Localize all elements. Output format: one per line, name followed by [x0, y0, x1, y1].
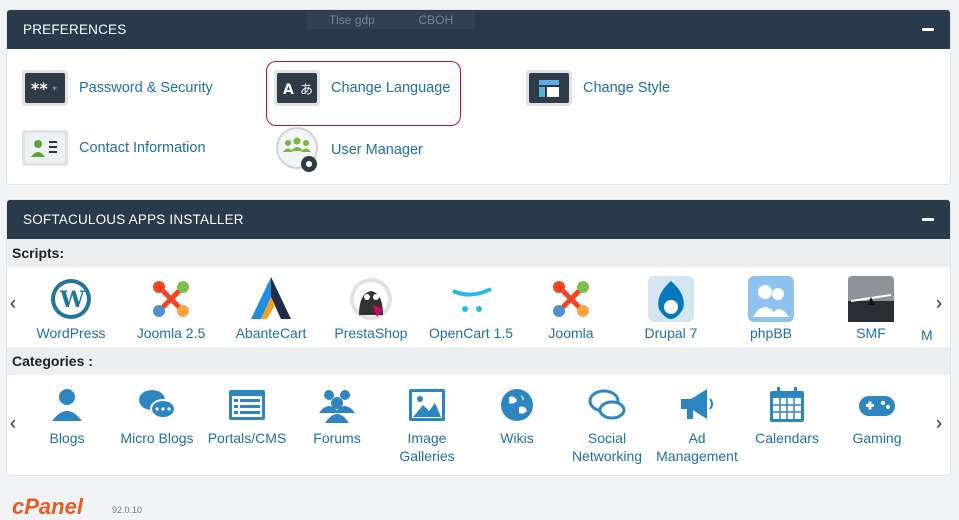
abantecart-icon	[251, 277, 291, 319]
app-label: Joomla	[548, 325, 594, 341]
contact-icon	[22, 130, 68, 166]
wordpress-icon: W	[51, 279, 91, 319]
softaculous-panel: SOFTACULOUS APPS INSTALLER Scripts: ‹ W …	[6, 199, 951, 476]
category-label: Social Networking	[571, 430, 643, 464]
category-calendars[interactable]: Calendars	[742, 385, 832, 447]
softaculous-header[interactable]: SOFTACULOUS APPS INSTALLER	[7, 200, 950, 239]
app-label: Joomla 2.5	[136, 325, 206, 341]
preferences-header[interactable]: PREFERENCES	[7, 10, 950, 49]
cpanel-logo: cPanel	[12, 494, 83, 519]
opencart-icon	[452, 287, 492, 312]
phpbb-icon	[748, 276, 794, 322]
annotation-highlight	[266, 61, 461, 126]
joomla-icon	[153, 281, 189, 317]
style-icon	[526, 70, 572, 106]
app-joomla-25[interactable]: Joomla 2.5	[121, 275, 221, 341]
social-icon	[588, 389, 626, 420]
app-label: PrestaShop	[334, 325, 408, 341]
app-drupal[interactable]: Drupal 7	[621, 275, 721, 341]
app-prestashop[interactable]: PrestaShop	[321, 275, 421, 341]
app-label: AbanteCart	[235, 325, 307, 341]
faded-toolbar-right: CBOH	[418, 13, 454, 27]
image-gallery-icon	[409, 389, 445, 421]
app-label: WordPress	[36, 325, 106, 341]
category-label: Micro Blogs	[120, 430, 194, 446]
faded-toolbar-left: Tlse gdp	[328, 13, 375, 27]
categories-header-row: Categories :	[7, 347, 950, 375]
joomla-icon	[553, 281, 589, 317]
app-label: M	[921, 327, 933, 343]
scripts-carousel: ‹ W WordPress Joomla 2.5 AbanteCart Pres…	[7, 267, 950, 347]
svg-text:**: **	[31, 79, 48, 98]
password-security-link[interactable]: ** * Password & Security	[21, 68, 213, 108]
category-label: Ad Management	[656, 430, 738, 464]
scripts-prev-arrow[interactable]: ‹	[10, 293, 16, 314]
app-smf[interactable]: SMF	[821, 275, 921, 341]
calendar-icon	[770, 387, 804, 422]
app-wordpress[interactable]: W WordPress	[21, 275, 121, 341]
category-micro-blogs[interactable]: Micro Blogs	[112, 385, 202, 447]
preferences-panel: PREFERENCES ** * Password & Security A あ…	[6, 9, 951, 185]
categories-prev-arrow[interactable]: ‹	[10, 413, 16, 434]
category-social-networking[interactable]: Social Networking	[562, 385, 652, 465]
category-label: Portals/CMS	[207, 430, 287, 446]
app-opencart[interactable]: OpenCart 1.5	[421, 275, 521, 341]
category-wikis[interactable]: Wikis	[472, 385, 562, 447]
app-label: SMF	[856, 325, 886, 341]
smf-icon	[848, 276, 894, 322]
preferences-title: PREFERENCES	[23, 22, 127, 37]
svg-text:*: *	[52, 85, 57, 96]
blog-icon	[52, 389, 82, 421]
categories-carousel: ‹ Blogs Micro Blogs Portals/CMS Forums I…	[7, 375, 950, 475]
user-manager-label: User Manager	[331, 142, 423, 158]
categories-label: Categories :	[12, 353, 93, 369]
scripts-next-arrow[interactable]: ›	[936, 293, 942, 314]
category-label: Forums	[313, 430, 361, 446]
password-security-label: Password & Security	[79, 80, 213, 96]
category-label: Gaming	[852, 430, 902, 446]
app-abantecart[interactable]: AbanteCart	[221, 275, 321, 341]
category-image-galleries[interactable]: Image Galleries	[382, 385, 472, 465]
contact-information-link[interactable]: Contact Information	[21, 128, 206, 168]
category-forums[interactable]: Forums	[292, 385, 382, 447]
scripts-label: Scripts:	[12, 245, 65, 261]
category-label: Image Galleries	[399, 430, 455, 464]
collapse-icon[interactable]	[922, 28, 934, 31]
prestashop-icon	[350, 278, 392, 320]
user-manager-link[interactable]: User Manager	[273, 126, 423, 174]
portal-icon	[229, 390, 265, 420]
category-portals-cms[interactable]: Portals/CMS	[202, 385, 292, 447]
category-gaming[interactable]: Gaming	[832, 385, 922, 447]
app-joomla[interactable]: Joomla	[521, 275, 621, 341]
app-label: Drupal 7	[644, 325, 698, 341]
category-blogs[interactable]: Blogs	[22, 385, 112, 447]
category-label: Wikis	[500, 430, 534, 446]
micro-blog-icon	[139, 390, 176, 419]
ad-icon	[681, 389, 713, 419]
faded-toolbar: Tlse gdp CBOH	[307, 11, 475, 29]
user-manager-icon	[276, 127, 318, 172]
change-style-label: Change Style	[583, 80, 671, 96]
drupal-icon	[648, 276, 694, 322]
wiki-icon	[501, 389, 533, 421]
softaculous-title: SOFTACULOUS APPS INSTALLER	[23, 212, 244, 227]
gaming-icon	[859, 396, 895, 416]
category-label: Blogs	[49, 430, 85, 446]
change-style-link[interactable]: Change Style	[525, 68, 670, 108]
svg-text:W: W	[59, 287, 85, 313]
forums-icon	[319, 390, 355, 423]
category-label: Calendars	[755, 430, 819, 446]
password-icon: ** *	[22, 70, 68, 106]
category-ad-management[interactable]: Ad Management	[652, 385, 742, 465]
app-phpbb[interactable]: phpBB	[721, 275, 821, 341]
categories-next-arrow[interactable]: ›	[936, 413, 942, 434]
scripts-header-row: Scripts:	[7, 239, 950, 267]
contact-information-label: Contact Information	[79, 140, 206, 156]
app-label: OpenCart 1.5	[428, 325, 514, 341]
collapse-icon[interactable]	[922, 218, 934, 221]
version-text: 92.0.10	[112, 505, 143, 515]
app-label: phpBB	[749, 325, 793, 341]
